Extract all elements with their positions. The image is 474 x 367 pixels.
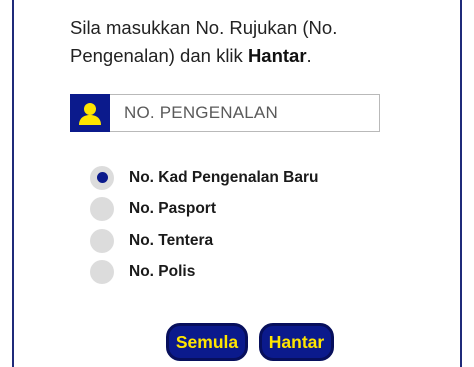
radio-label: No. Tentera xyxy=(129,231,214,249)
submit-button[interactable]: Hantar xyxy=(259,323,334,361)
radio-option-new-ic[interactable]: No. Kad Pengenalan Baru xyxy=(90,162,318,194)
radio-button-selected[interactable] xyxy=(90,165,114,190)
user-icon xyxy=(70,94,110,132)
radio-option-police[interactable]: No. Polis xyxy=(90,257,318,289)
radio-button[interactable] xyxy=(90,228,114,253)
instruction-text: Sila masukkan No. Rujukan (No. Pengenala… xyxy=(70,14,430,70)
radio-button[interactable] xyxy=(90,197,114,222)
radio-option-army[interactable]: No. Tentera xyxy=(90,225,318,257)
radio-button[interactable] xyxy=(90,260,114,285)
instruction-text-bold: Hantar xyxy=(247,45,307,66)
instruction-text-end: . xyxy=(306,45,312,66)
reset-button[interactable]: Semula xyxy=(166,323,248,361)
id-type-radio-group: No. Kad Pengenalan Baru No. Pasport No. … xyxy=(90,162,318,288)
radio-label: No. Pasport xyxy=(129,200,216,218)
id-number-input[interactable] xyxy=(110,94,380,132)
radio-option-passport[interactable]: No. Pasport xyxy=(90,194,318,226)
id-number-field xyxy=(70,94,380,132)
radio-label: No. Kad Pengenalan Baru xyxy=(129,168,319,186)
radio-label: No. Polis xyxy=(129,263,196,281)
